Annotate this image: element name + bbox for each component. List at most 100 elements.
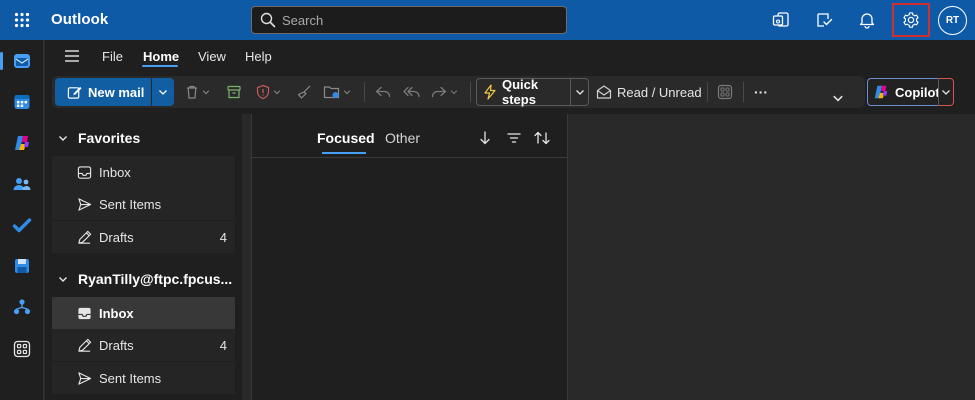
- copilot-label: Copilot: [895, 84, 940, 100]
- quick-steps-dropdown[interactable]: [571, 78, 589, 106]
- folder-label: Drafts: [99, 337, 134, 353]
- forward-button[interactable]: [430, 82, 458, 102]
- calendar-icon[interactable]: [8, 88, 36, 116]
- folder-item-inbox[interactable]: Inbox: [52, 297, 235, 329]
- folder-label: Sent Items: [99, 196, 162, 212]
- chevron-down-icon: [273, 88, 281, 96]
- broom-icon: [296, 84, 312, 100]
- chevron-down-icon: [343, 88, 351, 96]
- new-mail-label: New mail: [88, 84, 145, 100]
- new-mail-button[interactable]: New mail: [55, 78, 151, 106]
- reply-all-icon: [402, 84, 422, 100]
- app-launcher-icon[interactable]: [8, 6, 36, 34]
- folder-item-favorites-drafts[interactable]: Drafts 4: [52, 221, 235, 253]
- folder-item-favorites-inbox[interactable]: Inbox: [52, 156, 235, 188]
- tab-view[interactable]: View: [198, 49, 226, 64]
- ribbon-divider: [707, 82, 708, 102]
- archive-button[interactable]: [226, 82, 242, 102]
- settings-gear-icon[interactable]: [892, 3, 930, 37]
- tab-other[interactable]: Other: [385, 130, 420, 146]
- chevron-down-icon: [832, 92, 844, 104]
- app-rail: [0, 40, 44, 400]
- favorites-header[interactable]: Favorites: [58, 130, 140, 146]
- chevron-down-icon: [58, 274, 68, 284]
- folder-label: Sent Items: [99, 370, 162, 386]
- compose-icon: [67, 85, 82, 100]
- send-icon: [77, 371, 93, 386]
- app-title[interactable]: Outlook: [51, 11, 108, 28]
- tab-help[interactable]: Help: [245, 49, 272, 64]
- unread-count: 4: [219, 337, 227, 353]
- tab-home[interactable]: Home: [143, 49, 179, 64]
- avatar-initials: RT: [945, 15, 960, 26]
- to-do-icon[interactable]: [8, 211, 36, 239]
- copilot-icon: [872, 83, 890, 101]
- report-button[interactable]: [255, 82, 281, 102]
- search-placeholder: Search: [282, 12, 324, 28]
- chevron-down-icon: [575, 87, 585, 97]
- search-input[interactable]: Search: [251, 6, 567, 34]
- more-options-button[interactable]: ···: [754, 82, 768, 102]
- folder-item-drafts[interactable]: Drafts 4: [52, 329, 235, 361]
- pencil-icon: [77, 338, 93, 353]
- tab-focused-indicator: [322, 152, 366, 154]
- reading-pane: [569, 114, 975, 400]
- people-icon[interactable]: [8, 170, 36, 198]
- notifications-bell-icon[interactable]: [852, 6, 882, 34]
- forward-icon: [430, 84, 448, 100]
- tab-home-indicator: [142, 65, 178, 67]
- more-apps-icon[interactable]: [8, 335, 36, 363]
- chevron-down-icon: [941, 87, 951, 97]
- quick-steps-label: Quick steps: [502, 77, 539, 107]
- delete-button[interactable]: [184, 82, 210, 102]
- rail-active-indicator: [0, 52, 3, 70]
- sort-icon[interactable]: [533, 129, 551, 147]
- pencil-icon: [77, 230, 93, 245]
- reply-button[interactable]: [374, 82, 392, 102]
- copilot-dropdown[interactable]: [938, 78, 954, 106]
- folder-label: Inbox: [99, 305, 134, 321]
- unread-count: 4: [219, 229, 227, 245]
- chevron-down-icon: [158, 87, 168, 97]
- jump-to-icon[interactable]: [476, 129, 494, 147]
- org-explorer-icon[interactable]: [8, 293, 36, 321]
- sweep-button[interactable]: [296, 82, 312, 102]
- svg-text:o: o: [776, 17, 781, 25]
- apps-grid-button[interactable]: [717, 82, 733, 102]
- envelope-open-icon: [596, 84, 612, 100]
- expand-ribbon-button[interactable]: [832, 88, 844, 108]
- archive-icon: [226, 84, 242, 100]
- read-unread-button[interactable]: Read / Unread: [596, 82, 702, 102]
- mail-icon[interactable]: [8, 47, 36, 75]
- avatar[interactable]: RT: [938, 6, 967, 35]
- copilot-button[interactable]: Copilot: [867, 78, 940, 106]
- quick-steps-button[interactable]: Quick steps: [476, 77, 571, 107]
- inbox-icon: [77, 165, 93, 180]
- account-label: RyanTilly@ftpc.fpcus...: [78, 271, 233, 287]
- hamburger-menu-icon[interactable]: [62, 47, 82, 65]
- folder-item-favorites-sent[interactable]: Sent Items: [52, 188, 235, 220]
- my-day-icon[interactable]: [809, 6, 839, 34]
- folder-item-sent[interactable]: Sent Items: [52, 362, 235, 394]
- folder-label: Inbox: [99, 164, 131, 180]
- teams-outlook-icon[interactable]: o: [766, 6, 796, 34]
- filter-icon[interactable]: [505, 129, 523, 147]
- tab-focused[interactable]: Focused: [317, 130, 375, 146]
- ribbon-divider: [743, 82, 744, 102]
- read-unread-label: Read / Unread: [617, 84, 702, 100]
- search-icon: [260, 12, 276, 28]
- shield-icon: [255, 84, 271, 100]
- top-bar: Outlook Search o RT: [0, 0, 975, 40]
- account-header[interactable]: RyanTilly@ftpc.fpcus...: [58, 271, 232, 287]
- tab-file[interactable]: File: [102, 49, 123, 64]
- menu-bar: [45, 40, 975, 72]
- new-mail-dropdown[interactable]: [152, 78, 174, 106]
- lightning-icon: [483, 84, 497, 100]
- onedrive-save-icon[interactable]: [8, 252, 36, 280]
- move-to-button[interactable]: [323, 82, 351, 102]
- reply-all-button[interactable]: [402, 82, 422, 102]
- copilot-icon[interactable]: [8, 129, 36, 157]
- trash-icon: [184, 84, 200, 100]
- folder-move-icon: [323, 84, 341, 100]
- inbox-icon: [77, 306, 93, 321]
